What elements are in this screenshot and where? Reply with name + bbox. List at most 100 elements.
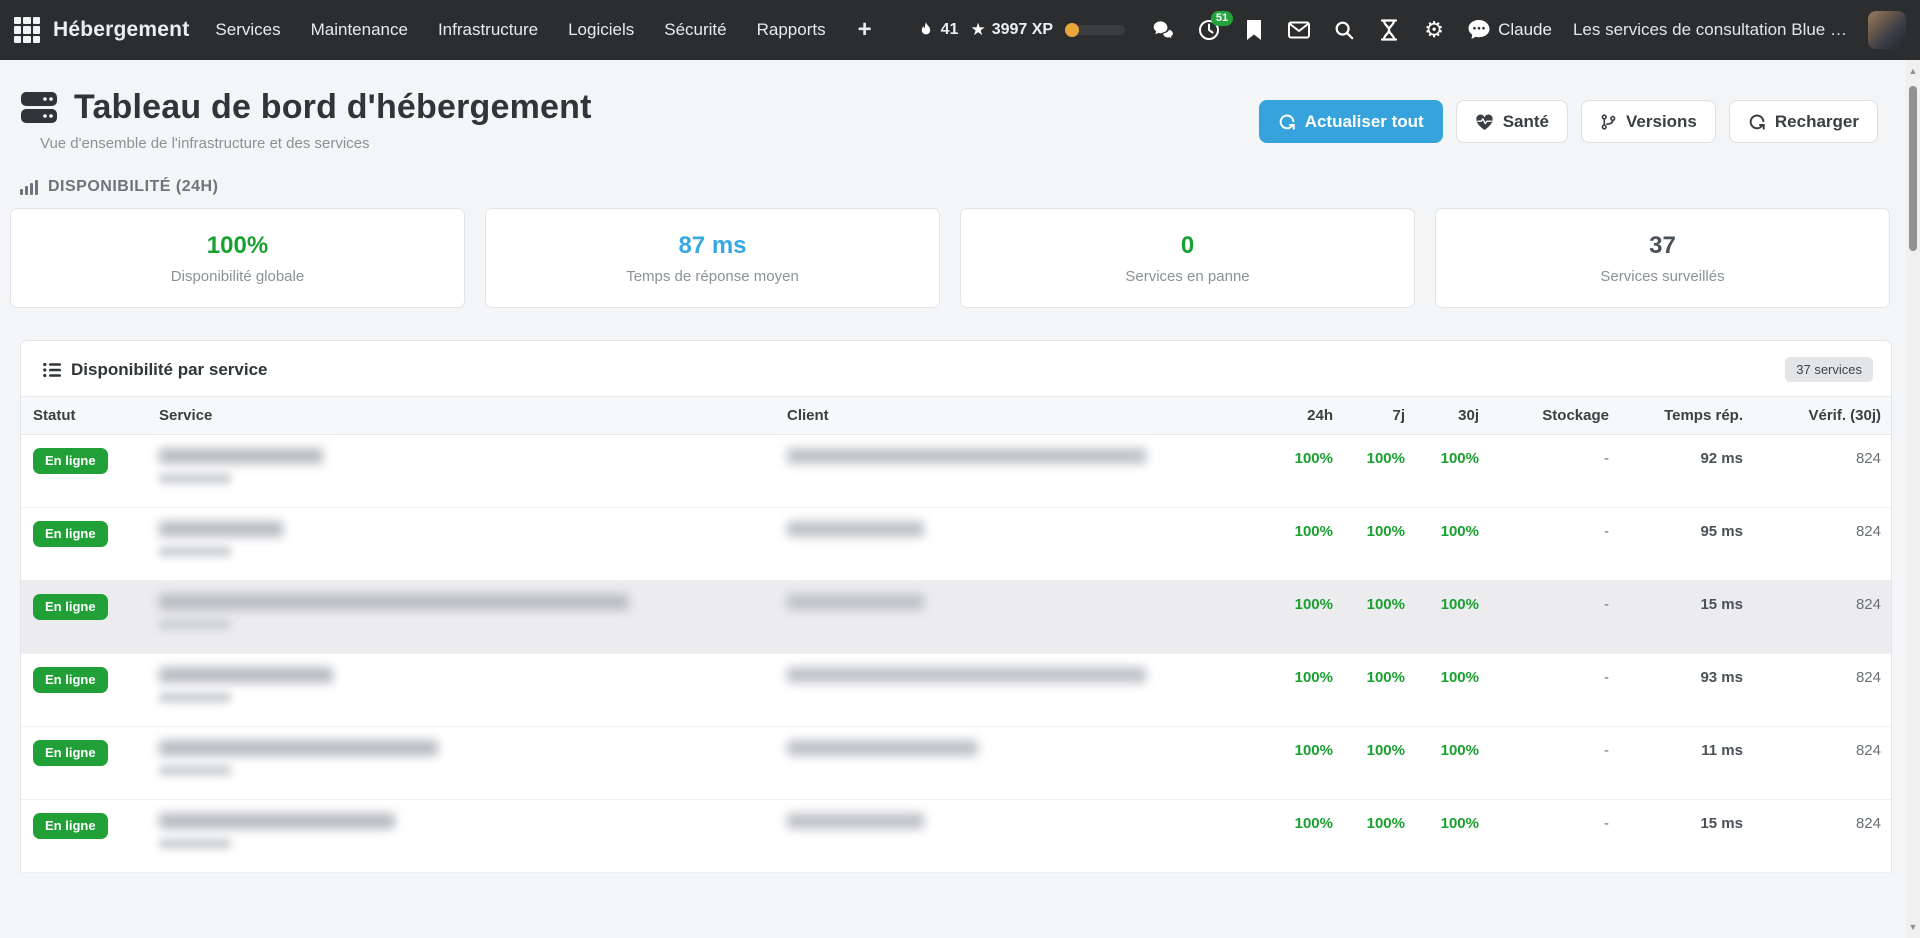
settings-gear-button[interactable]: ⚙ [1422, 18, 1446, 42]
uptime-7j-value: 100% [1333, 581, 1405, 613]
col-temps-rep[interactable]: Temps rép. [1609, 397, 1743, 434]
page-header: Tableau de bord d'hébergement Vue d'ense… [0, 60, 1906, 152]
status-cell: En ligne [33, 654, 159, 693]
table-row[interactable]: En ligne 100% 100% 100% - 92 ms 824 [21, 435, 1891, 508]
uptime-24h-value: 100% [1247, 654, 1333, 686]
menu-item-logiciels[interactable]: Logiciels [568, 20, 634, 40]
col-verif-30j[interactable]: Vérif. (30j) [1743, 397, 1881, 434]
menu-item-services[interactable]: Services [215, 20, 280, 40]
bookmark-button[interactable] [1242, 18, 1266, 42]
storage-value: - [1479, 800, 1609, 832]
versions-button[interactable]: Versions [1581, 100, 1716, 143]
col-stockage[interactable]: Stockage [1479, 397, 1609, 434]
checks-count-value: 824 [1743, 800, 1881, 832]
uptime-30j-value: 100% [1405, 800, 1479, 832]
menu-item-infrastructure[interactable]: Infrastructure [438, 20, 538, 40]
page-subtitle: Vue d'ensemble de l'infrastructure et de… [40, 135, 592, 152]
table-row[interactable]: En ligne 100% 100% 100% - 95 ms 824 [21, 508, 1891, 581]
client-name-redacted [787, 594, 924, 610]
scroll-up-arrow[interactable]: ▲ [1906, 66, 1920, 76]
refresh-all-button[interactable]: Actualiser tout [1259, 100, 1443, 143]
uptime-7j-value: 100% [1333, 727, 1405, 759]
user-avatar[interactable] [1868, 11, 1906, 49]
menu-item-rapports[interactable]: Rapports [757, 20, 826, 40]
client-name-redacted [787, 740, 978, 756]
col-statut[interactable]: Statut [33, 397, 159, 434]
history-clock-button[interactable]: 51 [1197, 18, 1221, 42]
reload-button[interactable]: Recharger [1729, 100, 1878, 143]
table-row[interactable]: En ligne 100% 100% 100% - 15 ms 824 [21, 581, 1891, 654]
uptime-24h-value: 100% [1247, 435, 1333, 467]
claude-assistant-button[interactable]: Claude [1467, 19, 1552, 41]
services-count-badge: 37 services [1785, 357, 1873, 382]
health-button[interactable]: Santé [1456, 100, 1568, 143]
uptime-30j-value: 100% [1405, 727, 1479, 759]
stats-cards-row: 100% Disponibilité globale 87 ms Temps d… [10, 208, 1890, 308]
stat-value: 37 [1649, 232, 1676, 260]
list-icon [43, 362, 61, 378]
search-button[interactable] [1332, 18, 1356, 42]
add-tab-button[interactable]: + [858, 16, 872, 44]
table-row[interactable]: En ligne 100% 100% 100% - 93 ms 824 [21, 654, 1891, 727]
uptime-30j-value: 100% [1405, 435, 1479, 467]
mail-button[interactable] [1287, 18, 1311, 42]
storage-value: - [1479, 727, 1609, 759]
col-7j[interactable]: 7j [1333, 397, 1405, 434]
menu-item-maintenance[interactable]: Maintenance [311, 20, 408, 40]
stat-card-avg-response: 87 ms Temps de réponse moyen [485, 208, 940, 308]
scrollbar-thumb[interactable] [1909, 86, 1917, 251]
checks-count-value: 824 [1743, 435, 1881, 467]
response-time-value: 95 ms [1609, 508, 1743, 540]
header-actions: Actualiser tout Santé Versions Recharger [1259, 88, 1878, 143]
main-menu: Services Maintenance Infrastructure Logi… [215, 16, 871, 44]
client-cell [787, 727, 1247, 756]
signal-bars-icon [20, 179, 38, 195]
page-title: Tableau de bord d'hébergement [74, 88, 592, 127]
response-time-value: 93 ms [1609, 654, 1743, 686]
uptime-24h-value: 100% [1247, 508, 1333, 540]
col-30j[interactable]: 30j [1405, 397, 1479, 434]
status-badge: En ligne [33, 740, 108, 766]
service-cell [159, 654, 787, 703]
uptime-30j-value: 100% [1405, 654, 1479, 686]
status-badge: En ligne [33, 521, 108, 547]
status-cell: En ligne [33, 800, 159, 839]
gamification-stats: 41 ★ 3997 XP [917, 20, 1125, 40]
col-service[interactable]: Service [159, 397, 787, 434]
checks-count-value: 824 [1743, 581, 1881, 613]
table-row[interactable]: En ligne 100% 100% 100% - 15 ms 824 [21, 800, 1891, 873]
uptime-24h-value: 100% [1247, 800, 1333, 832]
stat-value: 100% [207, 232, 268, 260]
col-24h[interactable]: 24h [1247, 397, 1333, 434]
service-name-redacted [159, 667, 333, 683]
uptime-24h-value: 100% [1247, 727, 1333, 759]
checks-count-value: 824 [1743, 654, 1881, 686]
client-name-redacted [787, 667, 1146, 683]
organization-label[interactable]: Les services de consultation Blue … [1573, 20, 1847, 40]
service-name-redacted [159, 448, 323, 464]
storage-value: - [1479, 654, 1609, 686]
apps-grid-icon[interactable] [14, 17, 40, 43]
table-card-header: Disponibilité par service 37 services [21, 341, 1891, 396]
stat-label: Services en panne [1125, 268, 1249, 285]
menu-item-securite[interactable]: Sécurité [664, 20, 726, 40]
scroll-down-arrow[interactable]: ▼ [1906, 922, 1920, 932]
brand-title[interactable]: Hébergement [53, 18, 189, 42]
heart-pulse-icon [1475, 113, 1494, 131]
service-cell [159, 435, 787, 484]
client-name-redacted [787, 813, 924, 829]
vertical-scrollbar[interactable]: ▲ ▼ [1906, 60, 1920, 938]
checks-count-value: 824 [1743, 727, 1881, 759]
col-client[interactable]: Client [787, 397, 1247, 434]
hourglass-button[interactable] [1377, 18, 1401, 42]
service-url-redacted [159, 546, 231, 557]
client-name-redacted [787, 448, 1146, 464]
chat-button[interactable] [1152, 18, 1176, 42]
stat-card-services-down: 0 Services en panne [960, 208, 1415, 308]
git-branch-icon [1600, 113, 1617, 131]
uptime-30j-value: 100% [1405, 581, 1479, 613]
status-cell: En ligne [33, 508, 159, 547]
table-row[interactable]: En ligne 100% 100% 100% - 11 ms 824 [21, 727, 1891, 800]
service-table-body: En ligne 100% 100% 100% - 92 ms 824 En l… [21, 435, 1891, 873]
app-brand[interactable]: Hébergement [14, 17, 189, 43]
